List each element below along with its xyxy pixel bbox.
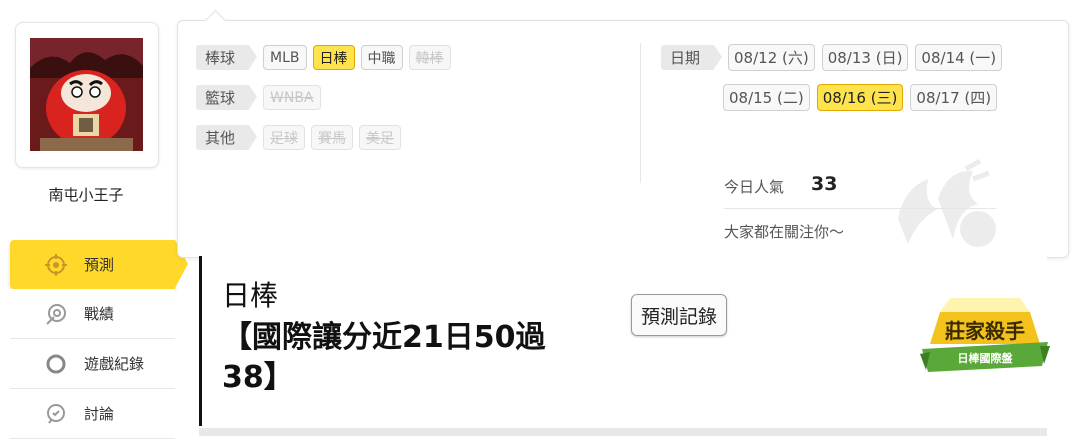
popularity-divider — [724, 208, 996, 209]
nav-item-label: 戰績 — [84, 305, 115, 323]
chip-npb[interactable]: 日棒 — [312, 45, 355, 70]
popularity-message: 大家都在關注你～ — [724, 223, 845, 241]
divider — [640, 43, 641, 183]
date-chip[interactable]: 08/15 (二) — [723, 84, 810, 111]
card-category: 日棒 — [222, 279, 279, 312]
nav-item-predict[interactable]: 預測 — [10, 240, 188, 289]
filter-label-baseball: 棒球 — [196, 45, 258, 70]
target-icon — [44, 253, 68, 277]
circle-icon — [44, 352, 68, 376]
badge-icon: 莊家殺手 日棒國際盤 — [920, 298, 1050, 372]
filter-label-date: 日期 — [661, 45, 723, 70]
date-chip[interactable]: 08/17 (四) — [910, 84, 998, 111]
chip-wnba: WNBA — [263, 85, 321, 110]
popularity-label: 今日人氣 — [724, 178, 785, 196]
card-title: 【國際讓分近21日50過38】 — [222, 320, 546, 395]
mascot-watermark-icon — [898, 159, 996, 247]
avatar-card — [15, 22, 159, 168]
date-row-2: 08/15 (二) 08/16 (三) 08/17 (四) — [723, 84, 1004, 111]
avatar — [30, 38, 143, 151]
discussion-icon — [44, 402, 68, 426]
date-chip-selected[interactable]: 08/16 (三) — [816, 84, 904, 111]
nav-item-label: 討論 — [84, 405, 115, 423]
filter-row-baseball: 棒球 MLB 日棒 中職 韓棒 — [196, 45, 457, 70]
date-chip[interactable]: 08/12 (六) — [728, 44, 815, 71]
chip-cpbl[interactable]: 中職 — [360, 45, 403, 70]
nav-item-discussion[interactable]: 討論 — [10, 389, 175, 439]
chip-mlb[interactable]: MLB — [263, 45, 307, 70]
nav-item-label: 預測 — [84, 256, 115, 274]
record-icon — [44, 302, 68, 326]
side-nav: 預測 戰績 遊戲紀錄 討論 — [0, 240, 190, 439]
filter-label-other: 其他 — [196, 125, 258, 150]
badge-sub-text: 日棒國際盤 — [958, 351, 1014, 365]
date-chip[interactable]: 08/14 (一) — [915, 44, 1003, 71]
user-name: 南屯小王子 — [48, 186, 124, 204]
filter-panel: 棒球 MLB 日棒 中職 韓棒 籃球 WNBA 其他 足球 賽馬 美足 日期 0… — [177, 20, 1069, 258]
date-chip[interactable]: 08/13 (日) — [821, 44, 909, 71]
nav-item-record[interactable]: 戰績 — [10, 289, 175, 339]
filter-label-basketball: 籃球 — [196, 85, 258, 110]
popularity-value: 33 — [811, 173, 838, 195]
card-bottom-bar — [199, 428, 1047, 436]
prediction-card: 日棒 【國際讓分近21日50過38】 預測記錄 莊家殺手 日棒國際盤 — [199, 256, 1050, 436]
nav-item-label: 遊戲紀錄 — [84, 355, 145, 373]
date-row-1: 日期 08/12 (六) 08/13 (日) 08/14 (一) — [661, 44, 1009, 71]
chip-soccer: 足球 — [263, 125, 306, 150]
chip-kbo: 韓棒 — [408, 45, 451, 70]
chip-horse-racing: 賽馬 — [311, 125, 354, 150]
prediction-record-button[interactable]: 預測記錄 — [631, 294, 728, 336]
chip-american-football: 美足 — [359, 125, 402, 150]
filter-row-other: 其他 足球 賽馬 美足 — [196, 125, 407, 150]
badge-main-text: 莊家殺手 — [945, 319, 1025, 343]
nav-item-game-history[interactable]: 遊戲紀錄 — [10, 339, 175, 389]
filter-row-basketball: 籃球 WNBA — [196, 85, 327, 110]
